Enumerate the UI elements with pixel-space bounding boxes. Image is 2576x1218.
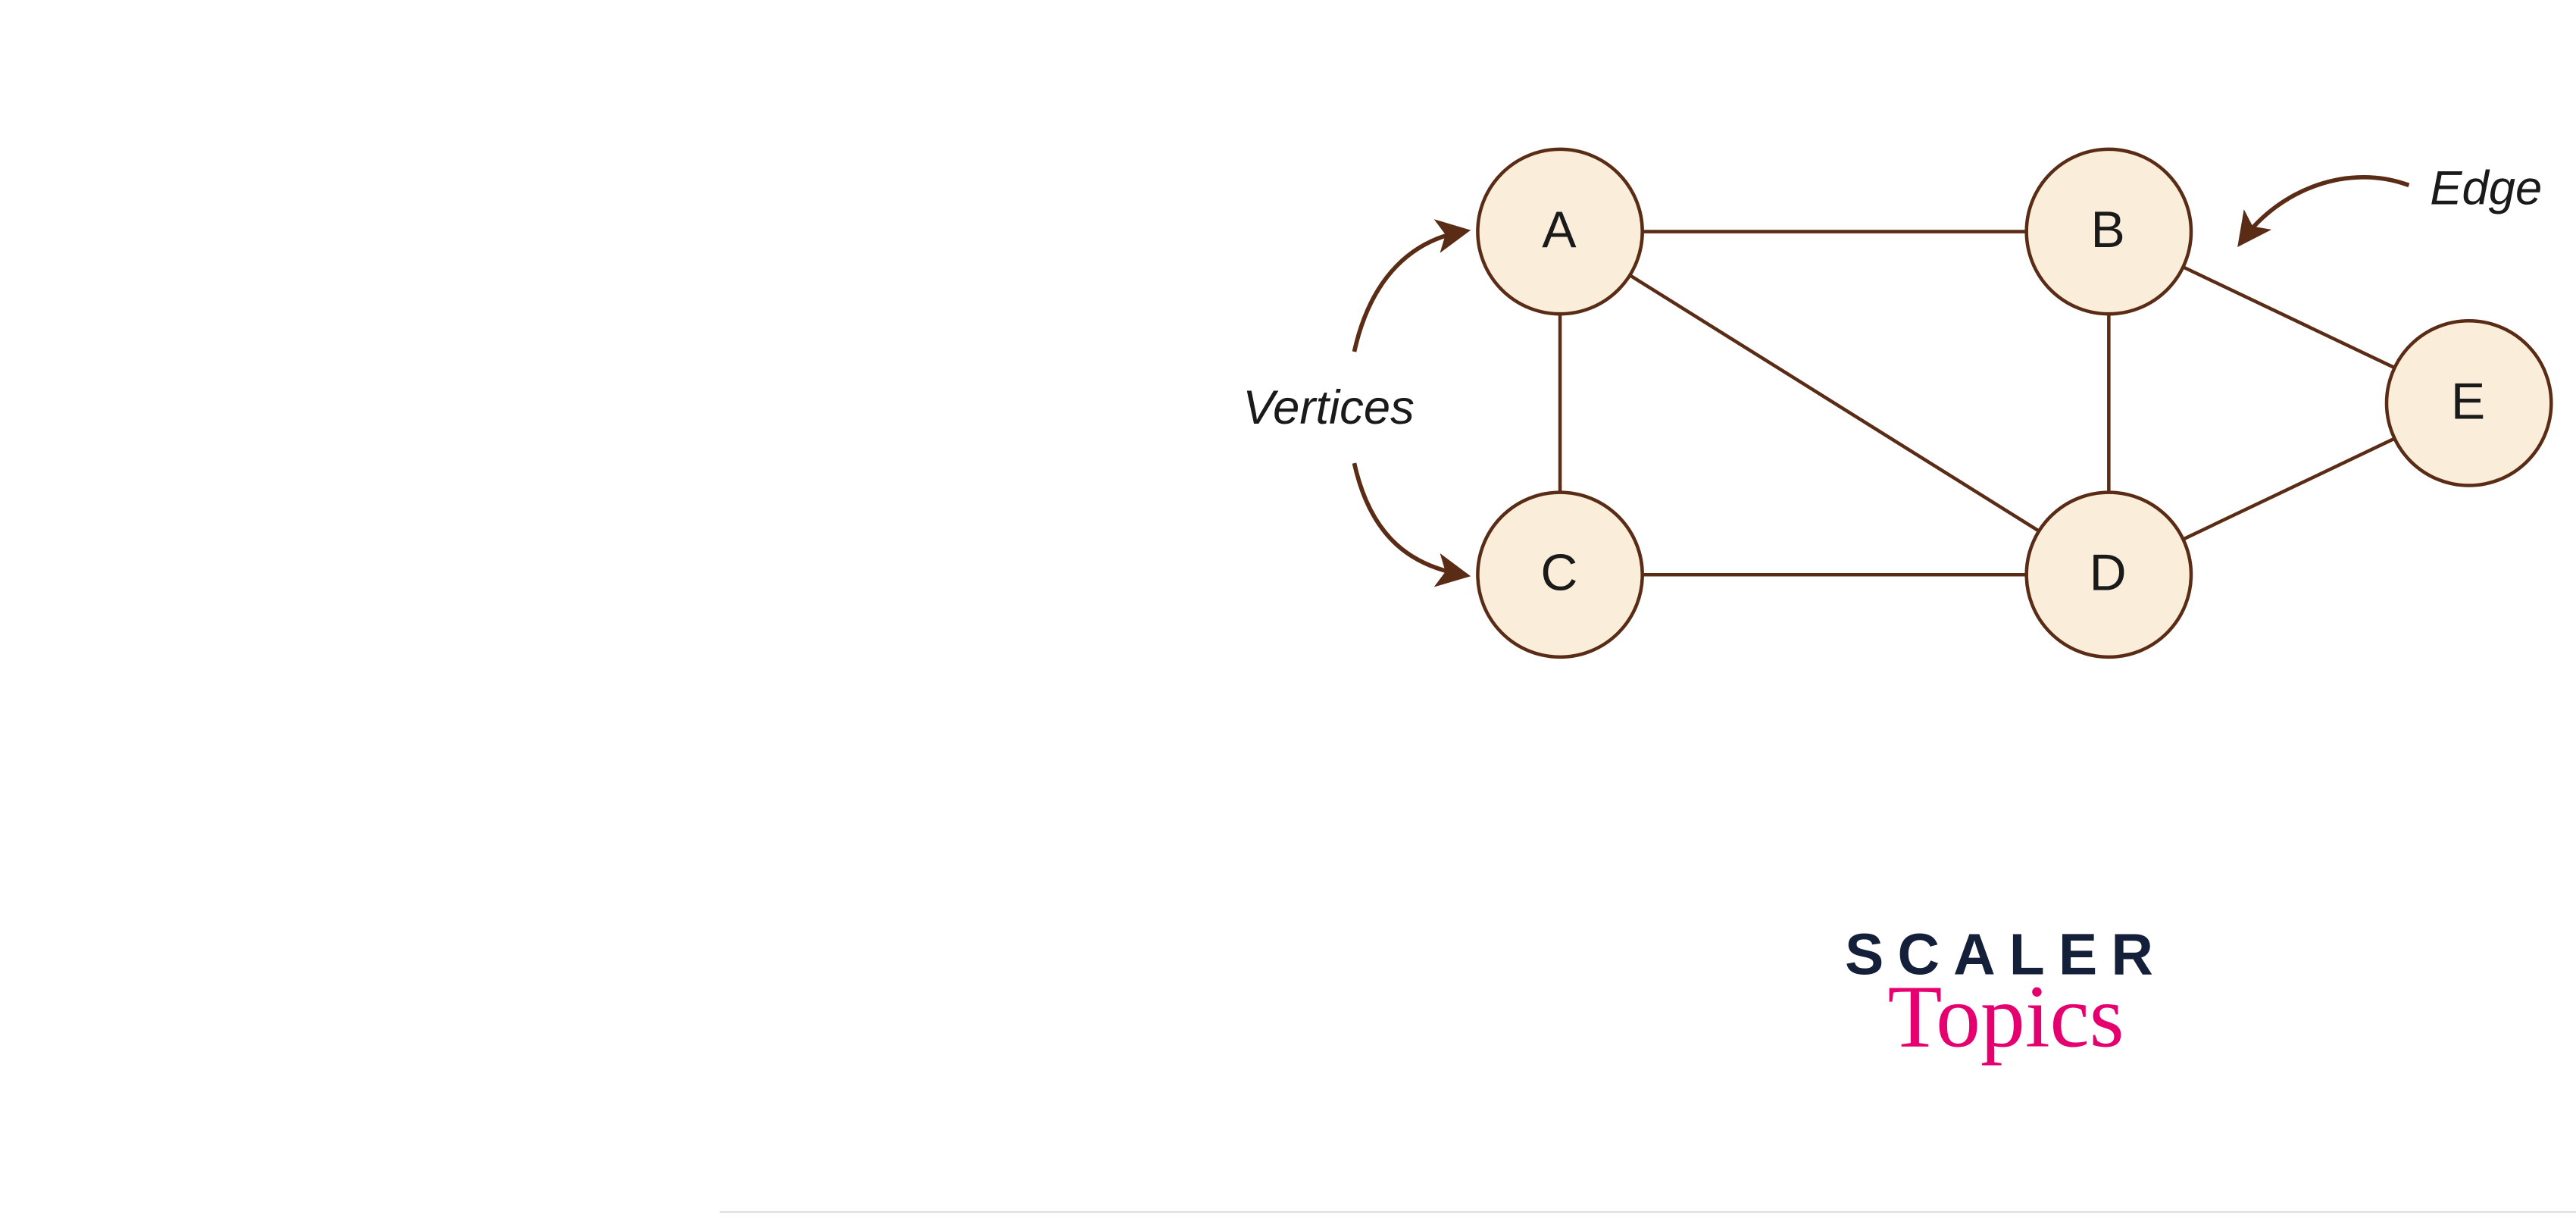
node-label-C: C	[1540, 546, 1579, 604]
vertices-arrow-to-C	[1354, 463, 1462, 575]
edge-D-E	[2183, 439, 2394, 540]
node-label-E: E	[2451, 374, 2487, 432]
logo-bottom-text: Topics	[1845, 975, 2167, 1064]
node-label-B: B	[2091, 202, 2127, 261]
edges-group	[1560, 232, 2395, 575]
node-label-A: A	[1542, 202, 1578, 261]
node-label-D: D	[2090, 546, 2128, 604]
footer-divider	[720, 1211, 2576, 1213]
vertices-arrow-to-A	[1354, 232, 1462, 352]
scaler-topics-logo: SCALER Topics	[1845, 926, 2167, 1063]
edge-B-E	[2183, 267, 2394, 368]
graph-svg	[720, 0, 2576, 1218]
nodes-group	[1477, 149, 2551, 657]
diagram-canvas: A B C D E Vertices Edge SCALER Topics	[720, 0, 2576, 1218]
edge-annotation: Edge	[2430, 161, 2542, 216]
edge-A-D	[1630, 275, 2039, 531]
vertices-annotation: Vertices	[1243, 380, 1415, 435]
edge-arrow	[2243, 177, 2409, 240]
